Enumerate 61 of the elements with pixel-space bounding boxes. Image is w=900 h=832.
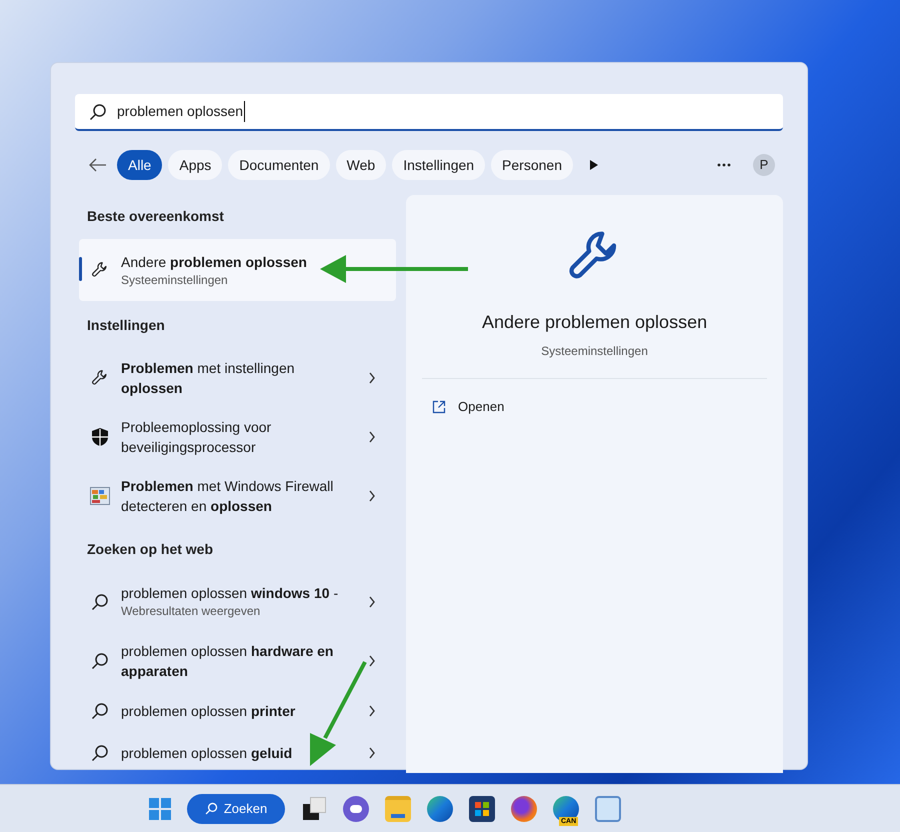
result-title: problemen oplossen windows 10 -	[121, 584, 340, 603]
result-item[interactable]: problemen oplossen geluid	[79, 732, 396, 774]
search-icon	[91, 652, 109, 670]
search-icon	[89, 102, 107, 120]
chevron-right-icon	[368, 596, 376, 608]
chevron-right-icon	[368, 654, 376, 666]
preview-subtitle: Systeeminstellingen	[541, 343, 648, 360]
result-title: Problemen met Windows Firewall detecteren en oplossen	[121, 476, 334, 516]
section-heading: Beste overeenkomst	[86, 207, 225, 226]
start-icon[interactable]	[149, 798, 171, 820]
chevron-right-icon	[368, 430, 376, 442]
filter-tab[interactable]: Personen	[491, 150, 573, 180]
browser-icon[interactable]	[427, 796, 453, 822]
result-title: Andere problemen oplossen	[121, 252, 308, 272]
account-avatar[interactable]: P	[753, 154, 775, 176]
play-icon[interactable]	[588, 159, 599, 171]
result-subtitle: Systeeminstellingen	[121, 272, 229, 288]
search-icon	[91, 744, 109, 762]
filter-tab[interactable]: Alle	[117, 150, 162, 180]
more-options-icon[interactable]	[717, 163, 731, 167]
section-heading: Zoeken op het web	[86, 540, 214, 559]
search-icon	[91, 592, 109, 610]
chevron-right-icon	[368, 747, 376, 759]
result-item[interactable]: Problemen met instellingen oplossen	[79, 348, 396, 407]
result-item[interactable]: problemen oplossen hardware en apparaten	[79, 631, 396, 690]
preview-title: Andere problemen oplossen	[482, 311, 708, 334]
open-action[interactable]: Openen	[422, 393, 767, 421]
result-item[interactable]: Problemen met Windows Firewall detecteren en oplossen	[79, 466, 396, 525]
result-item[interactable]: problemen oplossen windows 10 - Webresultaten weergeven	[79, 572, 396, 631]
result-title: problemen oplossen hardware en apparaten	[121, 642, 334, 680]
search-button[interactable]: Zoeken	[187, 794, 285, 824]
chevron-right-icon	[368, 490, 376, 502]
search-field[interactable]: problemen oplossen	[75, 94, 783, 131]
section-heading: Instellingen	[86, 316, 166, 335]
monitor-app-icon[interactable]	[595, 796, 621, 822]
back-arrow-icon[interactable]	[89, 158, 107, 172]
search-icon	[91, 702, 109, 720]
shield-icon	[91, 426, 109, 446]
result-title: problemen oplossen printer	[121, 702, 296, 721]
firewall-icon	[90, 486, 110, 504]
chat-app-icon[interactable]	[343, 796, 369, 822]
filter-tab[interactable]: Documenten	[228, 150, 330, 180]
result-title: problemen oplossen geluid	[121, 744, 294, 763]
chevron-right-icon	[368, 372, 376, 384]
result-item[interactable]: Probleemoplossing voor beveiligingsprocessor	[79, 407, 396, 466]
chevron-right-icon	[368, 705, 376, 717]
task-view-icon[interactable]	[301, 796, 327, 822]
firefox-browser-icon[interactable]	[511, 796, 537, 822]
external-link-icon	[432, 400, 446, 414]
filter-tab[interactable]: Instellingen	[392, 150, 486, 180]
result-item[interactable]: Andere problemen oplossen Systeeminstellingen	[79, 239, 396, 301]
search-icon	[204, 802, 218, 815]
result-title: Problemen met instellingen oplossen	[121, 358, 296, 398]
filter-tab[interactable]: Web	[336, 150, 386, 180]
search-text: problemen oplossen	[117, 101, 246, 122]
folder-icon[interactable]	[385, 796, 411, 822]
result-title: Probleemoplossing voor beveiligingsprocessor	[121, 418, 272, 456]
result-item[interactable]: problemen oplossen printer	[79, 690, 396, 732]
store-icon[interactable]	[469, 796, 495, 822]
filter-tab[interactable]: Apps	[168, 150, 222, 180]
result-subtitle: Webresultaten weergeven	[121, 603, 262, 620]
